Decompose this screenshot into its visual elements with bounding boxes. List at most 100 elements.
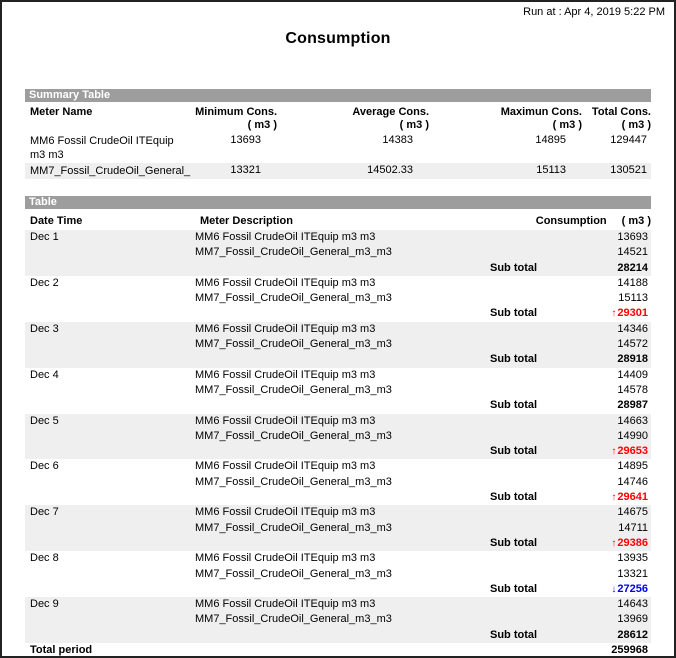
minimum-cons-cell: 13693 (180, 133, 277, 163)
date-cell: Dec 5 (25, 414, 195, 429)
date-cell: Dec 1 (25, 230, 195, 245)
meter-row: MM7_Fossil_CrudeOil_General_m3_m3 15113 (25, 291, 651, 306)
meter-description-cell: MM7_Fossil_CrudeOil_General_m3_m3 (195, 291, 490, 306)
subtotal-value: ↑29653 (560, 444, 651, 459)
summary-row: MM7_Fossil_CrudeOil_General_ 13321 14502… (25, 163, 651, 179)
subtotal-label: Sub total (490, 261, 560, 276)
subtotal-value: 28918 (560, 352, 651, 367)
total-period-label: Total period (25, 643, 560, 658)
summary-col-minimum: Minimum Cons.( m3 ) (180, 104, 277, 133)
day-group: Dec 7 MM6 Fossil CrudeOil ITEquip m3 m3 … (25, 505, 651, 551)
meter-description-cell: MM6 Fossil CrudeOil ITEquip m3 m3 (195, 597, 490, 612)
subtotal-row: Sub total 28918 (25, 352, 651, 367)
meter-description-cell: MM7_Fossil_CrudeOil_General_m3_m3 (195, 429, 490, 444)
subtotal-label: Sub total (490, 536, 560, 551)
date-cell: Dec 8 (25, 551, 195, 566)
meter-description-cell: MM6 Fossil CrudeOil ITEquip m3 m3 (195, 230, 490, 245)
meter-row: Dec 4 MM6 Fossil CrudeOil ITEquip m3 m3 … (25, 368, 651, 383)
date-cell: Dec 3 (25, 322, 195, 337)
day-group: Dec 5 MM6 Fossil CrudeOil ITEquip m3 m3 … (25, 414, 651, 460)
subtotal-value: 28214 (560, 261, 651, 276)
subtotal-value: 28612 (560, 628, 651, 643)
meter-row: Dec 6 MM6 Fossil CrudeOil ITEquip m3 m3 … (25, 459, 651, 474)
meter-row: MM7_Fossil_CrudeOil_General_m3_m3 14572 (25, 337, 651, 352)
day-group: Dec 3 MM6 Fossil CrudeOil ITEquip m3 m3 … (25, 322, 651, 368)
meter-row: Dec 8 MM6 Fossil CrudeOil ITEquip m3 m3 … (25, 551, 651, 566)
date-cell: Dec 2 (25, 276, 195, 291)
meter-row: MM7_Fossil_CrudeOil_General_m3_m3 14578 (25, 383, 651, 398)
subtotal-label: Sub total (490, 490, 560, 505)
subtotal-label: Sub total (490, 306, 560, 321)
meter-description-cell: MM6 Fossil CrudeOil ITEquip m3 m3 (195, 276, 490, 291)
day-group: Dec 9 MM6 Fossil CrudeOil ITEquip m3 m3 … (25, 597, 651, 643)
meter-name-cell: MM7_Fossil_CrudeOil_General_ (25, 163, 180, 179)
subtotal-row: Sub total 28612 (25, 628, 651, 643)
consumption-cell: 14746 (560, 475, 651, 490)
meter-description-cell: MM6 Fossil CrudeOil ITEquip m3 m3 (195, 551, 490, 566)
subtotal-row: Sub total ↑29653 (25, 444, 651, 459)
consumption-cell: 13693 (560, 230, 651, 245)
consumption-cell: 14675 (560, 505, 651, 520)
day-group: Dec 6 MM6 Fossil CrudeOil ITEquip m3 m3 … (25, 459, 651, 505)
meter-description-cell: MM6 Fossil CrudeOil ITEquip m3 m3 (195, 322, 490, 337)
meter-name-cell: MM6 Fossil CrudeOil ITEquip m3 m3 (25, 133, 180, 163)
detail-col-meter-description: Meter Description (195, 211, 490, 230)
consumption-cell: 13321 (560, 567, 651, 582)
summary-section: Summary Table Meter Name Minimum Cons.( … (25, 89, 651, 179)
subtotal-label: Sub total (490, 398, 560, 413)
subtotal-value: ↓27256 (560, 582, 651, 597)
summary-section-header: Summary Table (25, 89, 651, 102)
meter-description-cell: MM7_Fossil_CrudeOil_General_m3_m3 (195, 383, 490, 398)
detail-table: Date Time Meter Description Consumption(… (25, 211, 651, 658)
summary-col-average: Average Cons.( m3 ) (277, 104, 429, 133)
maximum-cons-cell: 14895 (429, 133, 582, 163)
consumption-cell: 14895 (560, 459, 651, 474)
meter-description-cell: MM7_Fossil_CrudeOil_General_m3_m3 (195, 521, 490, 536)
detail-col-date-time: Date Time (25, 211, 195, 230)
consumption-cell: 14990 (560, 429, 651, 444)
subtotal-label: Sub total (490, 582, 560, 597)
subtotal-row: Sub total 28987 (25, 398, 651, 413)
meter-description-cell: MM7_Fossil_CrudeOil_General_m3_m3 (195, 612, 490, 627)
consumption-cell: 14643 (560, 597, 651, 612)
consumption-cell: 14346 (560, 322, 651, 337)
subtotal-row: Sub total 28214 (25, 261, 651, 276)
meter-description-cell: MM7_Fossil_CrudeOil_General_m3_m3 (195, 245, 490, 260)
subtotal-label: Sub total (490, 628, 560, 643)
meter-description-cell: MM7_Fossil_CrudeOil_General_m3_m3 (195, 475, 490, 490)
summary-col-meter-name: Meter Name (25, 104, 180, 133)
meter-row: MM7_Fossil_CrudeOil_General_m3_m3 13321 (25, 567, 651, 582)
date-cell: Dec 4 (25, 368, 195, 383)
subtotal-value: ↑29386 (560, 536, 651, 551)
detail-col-consumption: Consumption( m3 ) (490, 211, 651, 230)
consumption-cell: 14572 (560, 337, 651, 352)
consumption-cell: 14663 (560, 414, 651, 429)
meter-description-cell: MM6 Fossil CrudeOil ITEquip m3 m3 (195, 505, 490, 520)
subtotal-value: ↑29301 (560, 306, 651, 321)
consumption-cell: 13935 (560, 551, 651, 566)
subtotal-row: Sub total ↓27256 (25, 582, 651, 597)
summary-header-row: Meter Name Minimum Cons.( m3 ) Average C… (25, 104, 651, 133)
consumption-cell: 14188 (560, 276, 651, 291)
day-group: Dec 8 MM6 Fossil CrudeOil ITEquip m3 m3 … (25, 551, 651, 597)
average-cons-cell: 14502.33 (277, 163, 429, 179)
date-cell: Dec 6 (25, 459, 195, 474)
consumption-cell: 14578 (560, 383, 651, 398)
subtotal-row: Sub total ↑29386 (25, 536, 651, 551)
summary-table: Meter Name Minimum Cons.( m3 ) Average C… (25, 104, 651, 179)
day-group: Dec 4 MM6 Fossil CrudeOil ITEquip m3 m3 … (25, 368, 651, 414)
meter-description-cell: MM7_Fossil_CrudeOil_General_m3_m3 (195, 567, 490, 582)
meter-row: MM7_Fossil_CrudeOil_General_m3_m3 14990 (25, 429, 651, 444)
meter-row: Dec 5 MM6 Fossil CrudeOil ITEquip m3 m3 … (25, 414, 651, 429)
subtotal-label: Sub total (490, 444, 560, 459)
consumption-cell: 14711 (560, 521, 651, 536)
meter-row: Dec 9 MM6 Fossil CrudeOil ITEquip m3 m3 … (25, 597, 651, 612)
subtotal-row: Sub total ↑29301 (25, 306, 651, 321)
summary-col-maximum: Maximun Cons.( m3 ) (429, 104, 582, 133)
summary-col-total: Total Cons.( m3 ) (582, 104, 651, 133)
date-cell: Dec 9 (25, 597, 195, 612)
maximum-cons-cell: 15113 (429, 163, 582, 179)
detail-section: Table Date Time Meter Description Consum… (25, 196, 651, 658)
subtotal-row: Sub total ↑29641 (25, 490, 651, 505)
meter-description-cell: MM6 Fossil CrudeOil ITEquip m3 m3 (195, 459, 490, 474)
